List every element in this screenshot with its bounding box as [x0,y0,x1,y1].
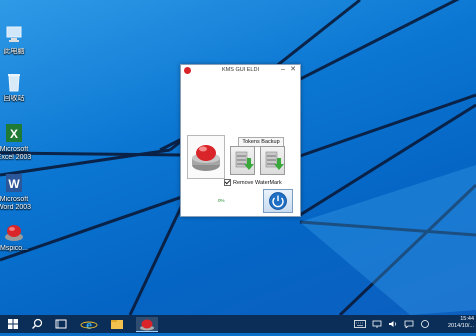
task-view-button[interactable] [50,317,72,331]
power-icon [269,192,287,210]
remove-watermark-option[interactable]: Remove WaterMark [224,178,282,187]
desktop-icon-word-2003[interactable]: W Microsoft Word 2003 [0,172,34,212]
clock-date: 2014/10/... [448,323,474,329]
window-titlebar[interactable]: KMS GUI ELDI – ✕ [181,65,300,77]
backup-restore-icon [265,151,284,170]
task-view-icon [55,319,67,329]
svg-text:X: X [10,127,18,141]
search-button[interactable] [26,317,48,331]
svg-text:W: W [8,177,20,191]
red-button-icon [192,145,220,171]
desktop-icon-mspico[interactable]: Mspico... [0,221,34,253]
start-icon [8,319,18,329]
action-center-icon[interactable] [404,320,414,328]
desktop-icon-excel-2003[interactable]: X Microsoft Excel 2003 [0,122,34,162]
taskbar-clock[interactable]: 15:44 2014/10/... [448,316,474,330]
red-button-icon [3,221,25,243]
internet-explorer-icon: e [80,317,98,332]
desktop-icon-recycle-bin[interactable]: 回收站 [0,71,34,103]
tokens-backup-restore-button[interactable] [260,146,285,175]
clock-time: 15:44 [460,316,474,322]
progress-status: 0% [218,198,225,203]
desktop-icon-this-pc[interactable]: 此电脑 [0,24,34,56]
taskbar: e 15:44 2014/10/... [0,315,476,333]
file-explorer-button[interactable] [106,317,128,331]
computer-icon [3,24,25,46]
remove-watermark-checkbox[interactable] [224,179,231,186]
start-button[interactable] [2,317,24,331]
power-button[interactable] [263,189,293,213]
backup-save-icon [235,151,254,170]
recycle-bin-icon [3,71,25,93]
word-icon: W [3,172,25,194]
network-icon[interactable] [372,320,382,328]
kms-gui-window: KMS GUI ELDI – ✕ Tokens Backup Remove Wa… [180,64,301,217]
tokens-backup-save-button[interactable] [230,146,255,175]
minimize-button[interactable]: – [279,66,287,74]
kms-app-taskbar-button[interactable] [136,317,158,332]
internet-explorer-button[interactable]: e [78,317,100,332]
keyboard-icon[interactable] [354,320,366,328]
activate-button[interactable] [187,135,225,179]
kms-app-icon [140,319,154,331]
file-explorer-icon [111,320,123,329]
close-button[interactable]: ✕ [289,66,297,74]
svg-text:e: e [86,317,92,331]
ime-icon[interactable] [420,320,430,328]
excel-icon: X [3,122,25,144]
search-icon [32,318,43,329]
volume-icon[interactable] [388,320,398,328]
remove-watermark-label: Remove WaterMark [233,179,282,186]
desktop-background: 此电脑 回收站 X Microsoft Excel 2003 W Microso… [0,0,476,315]
